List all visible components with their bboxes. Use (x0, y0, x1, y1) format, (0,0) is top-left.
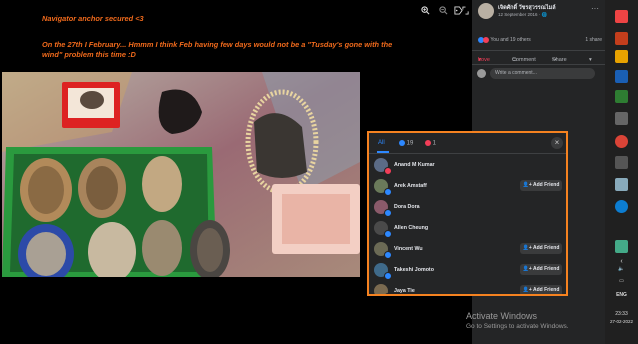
clock-date[interactable]: 27-02-2022 (605, 319, 638, 324)
person-name[interactable]: Anand M Kumar (394, 162, 435, 168)
like-reaction-icon (384, 293, 392, 294)
close-icon[interactable]: × (551, 137, 563, 149)
like-reaction-icon (384, 272, 392, 280)
app-icon-red[interactable] (615, 10, 628, 23)
activation-watermark-title: Activate Windows (466, 311, 538, 321)
amulet-photo (2, 72, 360, 277)
add-friend-label: Add Friend (532, 245, 560, 251)
like-reaction-icon (399, 140, 405, 146)
chrome-icon[interactable] (615, 135, 628, 148)
powerpoint-icon[interactable] (615, 32, 628, 45)
add-friend-label: Add Friend (532, 266, 560, 272)
app-icon-dark[interactable] (615, 156, 628, 169)
reaction-tabs: All 19 1 × (369, 133, 566, 154)
list-item[interactable]: Arek Amstaff 👤+ Add Friend (369, 176, 566, 197)
clock-time[interactable]: 23:33 (605, 311, 638, 317)
list-item[interactable]: Vincent Wu 👤+ Add Friend (369, 239, 566, 260)
active-tab-indicator (377, 151, 389, 153)
add-friend-icon: 👤+ (522, 182, 533, 188)
volume-icon[interactable]: 🔈 (605, 266, 638, 272)
action-bar: ♥ Love ▭ Comment ↪ Share ▾ (472, 50, 605, 65)
avatar[interactable] (374, 284, 388, 294)
list-item[interactable]: Jaya Tie 👤+ Add Friend (369, 281, 566, 294)
love-reaction-icon (384, 167, 392, 175)
add-friend-button[interactable]: 👤+ Add Friend (520, 180, 562, 191)
avatar (477, 69, 486, 78)
reaction-summary[interactable]: You and 19 others 1 share (478, 37, 602, 43)
post-caption-line-3: wind" problem this time :D (42, 50, 136, 59)
chevron-up-icon[interactable]: ‹ (605, 258, 638, 265)
add-friend-icon: 👤+ (522, 287, 533, 293)
tab-love[interactable]: 1 (425, 140, 436, 147)
comment-input[interactable]: Write a comment... (490, 68, 595, 79)
love-reaction-icon (483, 37, 489, 43)
person-name[interactable]: Vincent Wu (394, 246, 423, 252)
like-reaction-icon (384, 209, 392, 217)
list-item[interactable]: Takeshi Jomoto 👤+ Add Friend (369, 260, 566, 281)
list-item[interactable]: Allen Cheung (369, 218, 566, 239)
love-reaction-icon (425, 140, 431, 146)
person-name[interactable]: Dora Dora (394, 204, 420, 210)
list-item[interactable]: Dora Dora (369, 197, 566, 218)
add-friend-icon: 👤+ (522, 266, 533, 272)
excel-icon[interactable] (615, 90, 628, 103)
person-name[interactable]: Takeshi Jomoto (394, 267, 434, 273)
app-icon-green[interactable] (615, 240, 628, 253)
word-icon[interactable] (615, 70, 628, 83)
tab-like[interactable]: 19 (399, 140, 413, 147)
app-icon-light[interactable] (615, 178, 628, 191)
add-friend-icon: 👤+ (522, 245, 533, 251)
avatar[interactable] (478, 3, 494, 19)
tab-all[interactable]: All (378, 140, 385, 146)
post-caption-line-1: Navigator anchor secured <3 (42, 14, 144, 23)
list-item[interactable]: Anand M Kumar (369, 155, 566, 176)
fullscreen-icon[interactable] (462, 6, 469, 17)
add-friend-button[interactable]: 👤+ Add Friend (520, 243, 562, 254)
app-icon-grey[interactable] (615, 112, 628, 125)
language-indicator[interactable]: ENG (605, 292, 638, 298)
zoom-out-icon[interactable] (439, 6, 448, 17)
zoom-in-icon[interactable] (421, 6, 430, 17)
add-friend-label: Add Friend (532, 287, 560, 293)
folder-icon[interactable] (615, 50, 628, 63)
post-caption-line-2: On the 27th I February... Hmmm I think F… (42, 40, 393, 49)
add-friend-label: Add Friend (532, 182, 560, 188)
network-icon[interactable]: ▭ (605, 278, 638, 284)
activation-watermark-subtitle: Go to Settings to activate Windows. (466, 323, 569, 330)
author-name[interactable]: เจิดศักดิ์ วัชรสุวรรณไมล์ (498, 4, 556, 12)
person-name[interactable]: Jaya Tie (394, 288, 415, 294)
like-reaction-icon (384, 251, 392, 259)
more-options-icon[interactable]: ··· (591, 4, 599, 13)
reaction-count: You and 19 others (490, 37, 531, 43)
edge-icon[interactable] (615, 200, 628, 213)
like-reaction-icon (384, 230, 392, 238)
person-name[interactable]: Allen Cheung (394, 225, 428, 231)
add-friend-button[interactable]: 👤+ Add Friend (520, 285, 562, 294)
post-date[interactable]: 12 September 2016 · 🌐 (498, 12, 547, 18)
like-reaction-icon (384, 188, 392, 196)
person-name[interactable]: Arek Amstaff (394, 183, 427, 189)
reactions-dialog: All 19 1 × Anand M Kumar Arek Amstaff 👤+ A… (367, 131, 568, 296)
add-friend-button[interactable]: 👤+ Add Friend (520, 264, 562, 275)
windows-taskbar: ‹ 🔈 ▭ ENG 23:33 27-02-2022 (605, 0, 638, 344)
share-count[interactable]: 1 share (585, 37, 602, 43)
chevron-down-icon: ▾ (589, 57, 592, 63)
